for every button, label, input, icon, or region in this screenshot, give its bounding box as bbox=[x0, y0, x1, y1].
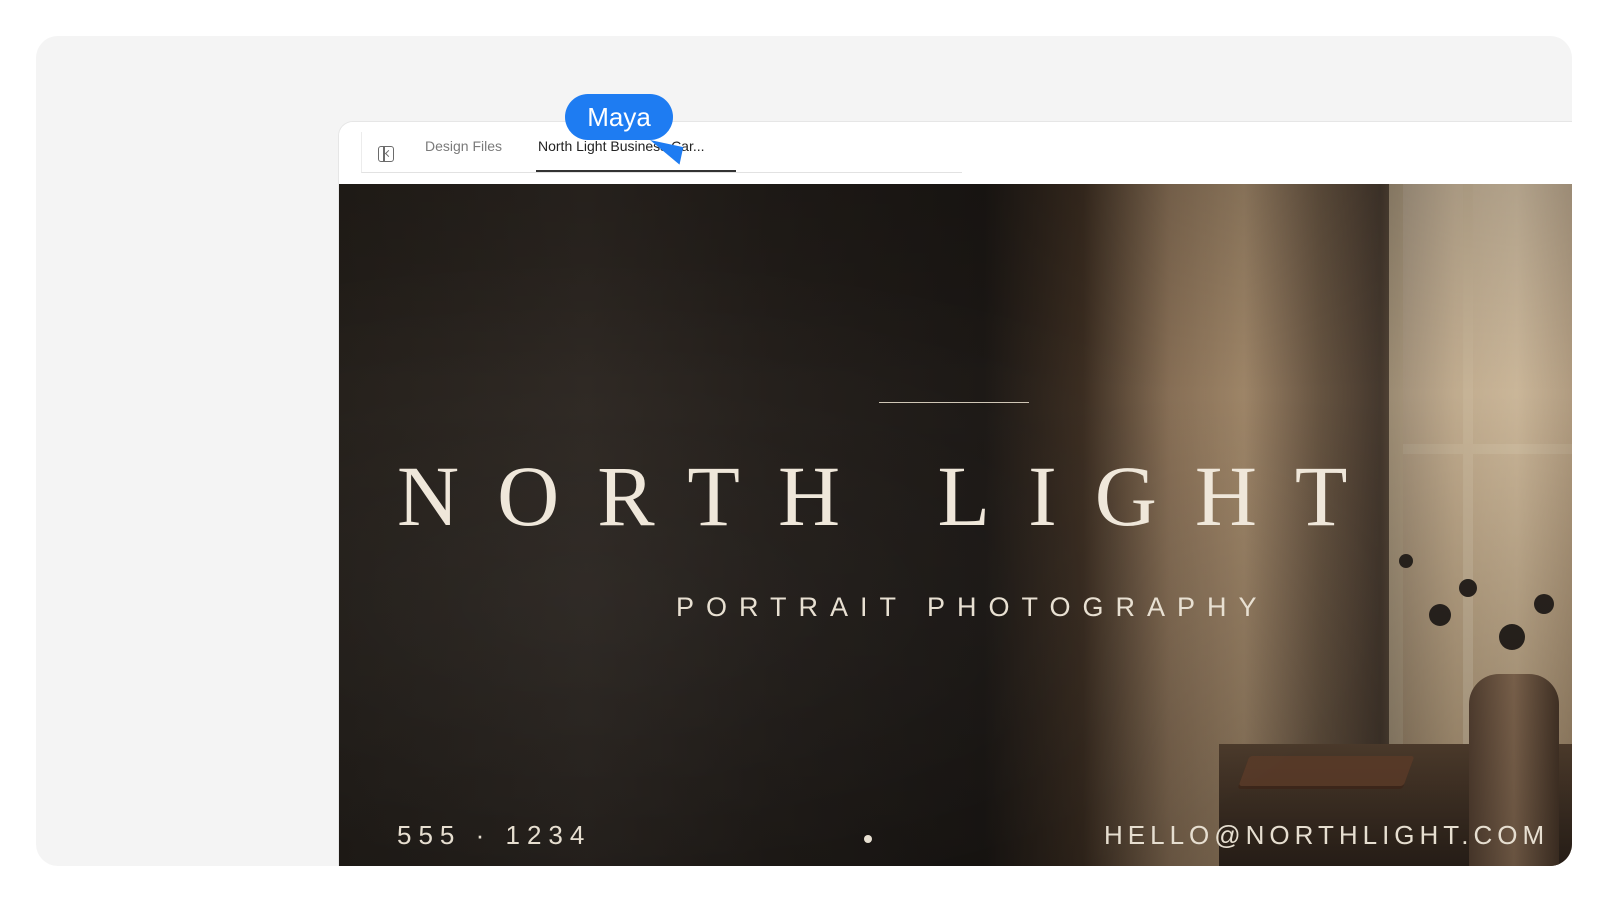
brand-title[interactable]: NORTH LIGHT bbox=[397, 446, 1572, 546]
tab-design-files[interactable]: Design Files bbox=[425, 132, 502, 172]
collaborator-cursor-label: Maya bbox=[565, 94, 673, 140]
brand-tagline[interactable]: PORTRAIT PHOTOGRAPHY bbox=[676, 592, 1269, 623]
decorative-rule bbox=[879, 402, 1029, 403]
editor-window: Design Files North Light Business Car...… bbox=[339, 122, 1572, 866]
contact-phone[interactable]: 555 · 1234 bbox=[397, 820, 591, 851]
tab-bar: Design Files North Light Business Car... bbox=[339, 122, 1572, 184]
page-indicator-dot[interactable] bbox=[864, 835, 872, 843]
design-canvas[interactable]: NORTH LIGHT PORTRAIT PHOTOGRAPHY 555 · 1… bbox=[339, 184, 1572, 866]
app-background: Design Files North Light Business Car...… bbox=[36, 36, 1572, 866]
contact-email[interactable]: HELLO@NORTHLIGHT.COM bbox=[1104, 820, 1549, 851]
sidebar-toggle-icon[interactable] bbox=[378, 146, 394, 162]
